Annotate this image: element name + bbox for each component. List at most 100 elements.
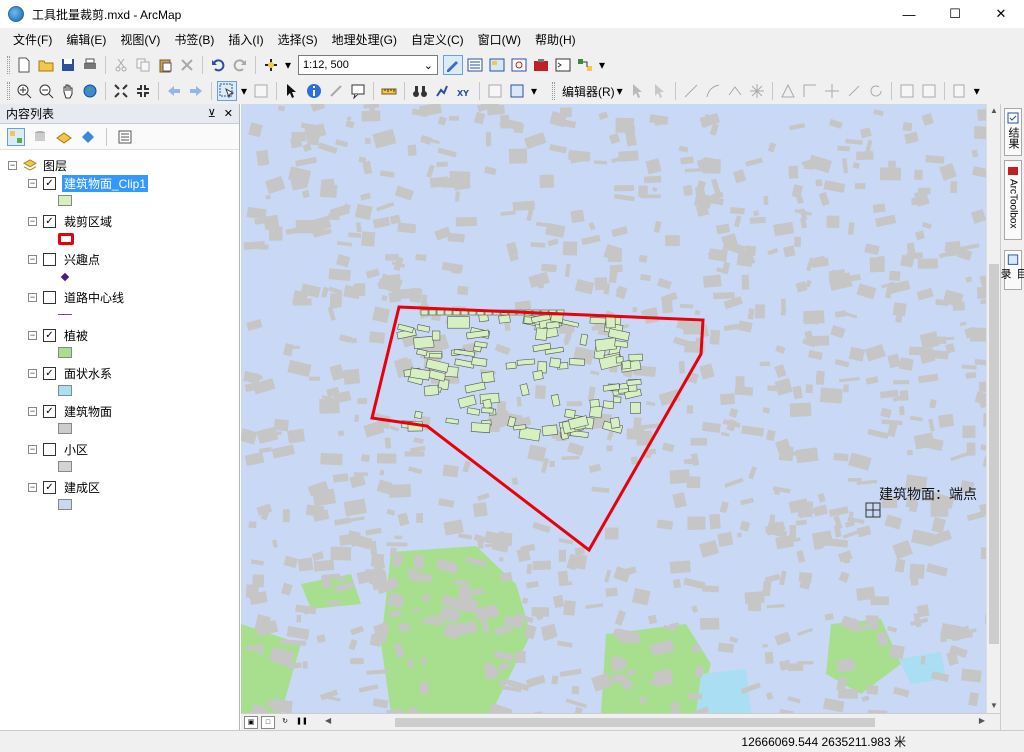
toolbar-grip[interactable]: [552, 82, 555, 100]
point-icon[interactable]: [747, 81, 767, 101]
menu-geoprocessing[interactable]: 地理处理(G): [325, 28, 404, 52]
layer-visibility-checkbox[interactable]: ✓: [43, 214, 56, 228]
undo-icon[interactable]: [208, 55, 228, 75]
toolbar-options-icon[interactable]: ▾: [972, 81, 982, 101]
zoom-out-icon[interactable]: [36, 81, 56, 101]
new-document-icon[interactable]: [14, 55, 34, 75]
layer-visibility-checkbox[interactable]: ✓: [43, 176, 56, 190]
map-horizontal-scrollbar[interactable]: ◀ ▶: [325, 716, 985, 729]
layer-name-label[interactable]: 植被: [62, 327, 90, 344]
find-binoculars-icon[interactable]: [410, 81, 430, 101]
layer-row[interactable]: − ✓ 裁剪区域: [28, 212, 114, 230]
catalog-tab[interactable]: 目录: [999, 250, 1024, 290]
layer-row[interactable]: − ✓ 建筑物面: [28, 402, 114, 420]
select-dropdown-icon[interactable]: ▾: [239, 81, 249, 101]
layer-name-label[interactable]: 建成区: [62, 479, 102, 496]
arctoolbox-tab[interactable]: ArcToolbox: [1004, 160, 1022, 240]
create-viewer-window-icon[interactable]: [507, 81, 527, 101]
measure-ruler-icon[interactable]: [379, 81, 399, 101]
list-by-source-icon[interactable]: [31, 128, 49, 146]
menu-help[interactable]: 帮助(H): [528, 28, 583, 52]
menu-bookmarks[interactable]: 书签(B): [167, 28, 221, 52]
split-tool-icon[interactable]: [844, 81, 864, 101]
menu-windows[interactable]: 窗口(W): [471, 28, 528, 52]
pause-drawing-icon[interactable]: ❚❚: [295, 716, 309, 729]
layer-name-label[interactable]: 建筑物面_Clip1: [62, 174, 149, 192]
layer-row[interactable]: − 兴趣点: [28, 250, 102, 268]
edit-annotation-icon[interactable]: [650, 81, 670, 101]
layer-row[interactable]: − ✓ 建成区: [28, 478, 102, 496]
layer-name-label[interactable]: 面状水系: [62, 365, 114, 382]
cut-icon[interactable]: [111, 55, 131, 75]
close-button[interactable]: ✕: [978, 0, 1024, 28]
layer-symbol-swatch[interactable]: [58, 314, 72, 315]
refresh-icon[interactable]: ↻: [278, 716, 292, 729]
layer-symbol-swatch[interactable]: [58, 461, 72, 472]
arctoolbox-icon[interactable]: [531, 55, 551, 75]
save-icon[interactable]: [58, 55, 78, 75]
layer-name-label[interactable]: 小区: [62, 441, 90, 458]
layout-view-icon[interactable]: □: [261, 715, 275, 729]
pin-icon[interactable]: ⊻: [208, 107, 216, 120]
editor-toolbar-icon[interactable]: [443, 55, 463, 75]
maximize-button[interactable]: ☐: [932, 0, 978, 28]
print-icon[interactable]: [80, 55, 100, 75]
edit-tool-arrow-icon[interactable]: [628, 81, 648, 101]
end-point-arc-icon[interactable]: [703, 81, 723, 101]
sketch-properties-icon[interactable]: [919, 81, 939, 101]
attributes-icon[interactable]: [897, 81, 917, 101]
scroll-left-arrow[interactable]: ◀: [325, 716, 331, 725]
collapse-icon[interactable]: −: [28, 254, 37, 264]
menu-selection[interactable]: 选择(S): [271, 28, 325, 52]
collapse-icon[interactable]: −: [28, 482, 37, 492]
layer-symbol-swatch[interactable]: [58, 233, 74, 245]
layer-symbol-swatch[interactable]: [58, 385, 72, 396]
edit-vertices-icon[interactable]: [778, 81, 798, 101]
fixed-zoom-in-icon[interactable]: [111, 81, 131, 101]
open-folder-icon[interactable]: [36, 55, 56, 75]
list-by-selection-icon[interactable]: [79, 128, 97, 146]
fixed-zoom-out-icon[interactable]: [133, 81, 153, 101]
list-by-drawing-order-icon[interactable]: [7, 127, 25, 146]
pan-hand-icon[interactable]: [58, 81, 78, 101]
layer-visibility-checkbox[interactable]: [43, 252, 56, 266]
cut-polygons-icon[interactable]: [822, 81, 842, 101]
minimize-button[interactable]: —: [886, 0, 932, 28]
layer-visibility-checkbox[interactable]: [43, 290, 56, 304]
map-vertical-scrollbar[interactable]: ▲ ▼: [986, 104, 1000, 713]
toolbar-options-icon[interactable]: ▾: [597, 55, 607, 75]
rotate-icon[interactable]: [866, 81, 886, 101]
layer-name-label[interactable]: 道路中心线: [62, 289, 126, 306]
trace-icon[interactable]: [725, 81, 745, 101]
menu-customize[interactable]: 自定义(C): [404, 28, 471, 52]
reshape-feature-icon[interactable]: [800, 81, 820, 101]
results-tab[interactable]: 结果: [1004, 108, 1022, 156]
layer-symbol-swatch[interactable]: [58, 347, 72, 358]
menu-view[interactable]: 视图(V): [113, 28, 167, 52]
hyperlink-icon[interactable]: [326, 81, 346, 101]
search-window-icon[interactable]: [509, 55, 529, 75]
back-arrow-icon[interactable]: [164, 81, 184, 101]
layer-row[interactable]: − ✓ 面状水系: [28, 364, 114, 382]
collapse-icon[interactable]: −: [28, 406, 37, 416]
menu-insert[interactable]: 插入(I): [221, 28, 270, 52]
html-popup-icon[interactable]: [348, 81, 368, 101]
collapse-icon[interactable]: −: [28, 292, 37, 302]
identify-icon[interactable]: [304, 81, 324, 101]
layer-visibility-checkbox[interactable]: ✓: [43, 366, 56, 380]
data-view-icon[interactable]: ▣: [244, 715, 258, 729]
layer-row[interactable]: − 小区: [28, 440, 90, 458]
layer-symbol-swatch[interactable]: [58, 423, 72, 434]
collapse-icon[interactable]: −: [28, 178, 37, 188]
zoom-in-icon[interactable]: [14, 81, 34, 101]
find-route-icon[interactable]: [432, 81, 452, 101]
toolbar-grip[interactable]: [7, 56, 10, 74]
close-icon[interactable]: ✕: [224, 107, 233, 120]
scroll-thumb[interactable]: [989, 264, 999, 644]
select-features-icon[interactable]: [217, 81, 237, 101]
layer-row[interactable]: − ✓ 建筑物面_Clip1: [28, 174, 149, 192]
list-by-visibility-icon[interactable]: [55, 128, 73, 146]
collapse-icon[interactable]: −: [28, 330, 37, 340]
layer-symbol-swatch[interactable]: [60, 272, 70, 282]
scroll-down-arrow[interactable]: ▼: [987, 699, 1001, 713]
